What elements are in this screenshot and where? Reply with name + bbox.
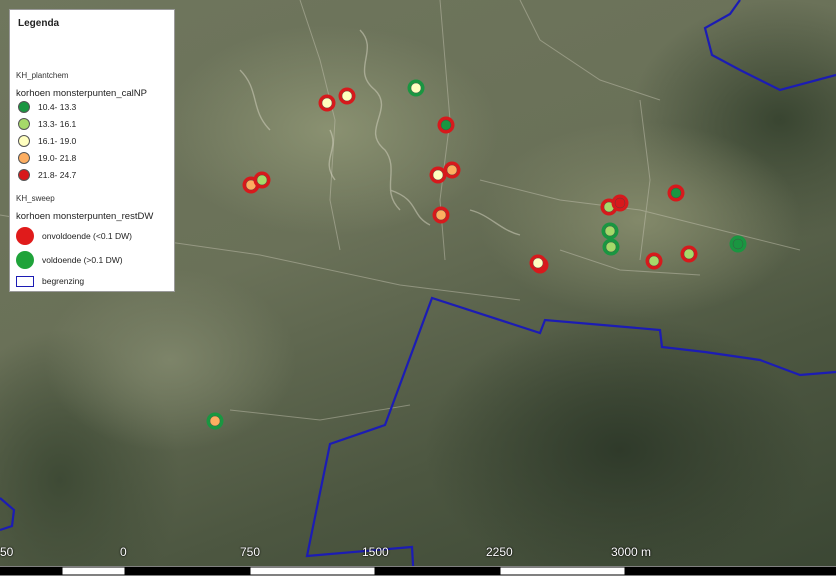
scale-bar-segment bbox=[61, 566, 126, 576]
legend-boundary: begrenzing bbox=[16, 273, 84, 289]
scale-label-4: 2250 bbox=[486, 545, 513, 559]
scale-label-5: 3000 m bbox=[611, 545, 652, 559]
legend-class-3: 16.1- 19.0 bbox=[16, 133, 76, 149]
sample-point-value bbox=[648, 255, 660, 267]
sample-point-value bbox=[732, 238, 744, 250]
legend-sweep-onvoldoende-label: onvoldoende (<0.1 DW) bbox=[42, 231, 133, 241]
sample-point-value bbox=[321, 97, 333, 109]
scale-label-3: 1500 bbox=[362, 545, 389, 559]
sample-point-value bbox=[209, 415, 221, 427]
legend-class-4-label: 19.0- 21.8 bbox=[38, 153, 77, 163]
scale-bar-segment bbox=[124, 566, 251, 576]
sample-point-value bbox=[341, 90, 353, 102]
heath-paths bbox=[239, 29, 521, 236]
scale-bar bbox=[0, 566, 836, 576]
sample-point-value bbox=[683, 248, 695, 260]
legend-class-5-label: 21.8- 24.7 bbox=[38, 170, 77, 180]
legend-layer-restdw: korhoen monsterpunten_restDW bbox=[16, 211, 154, 222]
sample-point-value bbox=[532, 257, 544, 269]
legend-layer-calnp: korhoen monsterpunten_calNP bbox=[16, 88, 147, 99]
sample-point-value bbox=[435, 209, 447, 221]
sample-point-value bbox=[432, 169, 444, 181]
class-4-swatch-icon bbox=[18, 152, 30, 164]
sample-point-value bbox=[614, 197, 626, 209]
scale-label-1: 0 bbox=[120, 545, 127, 559]
legend-class-3-label: 16.1- 19.0 bbox=[38, 136, 77, 146]
scale-bar-segment bbox=[499, 566, 626, 576]
scale-bar-segment bbox=[0, 566, 63, 576]
legend-boundary-label: begrenzing bbox=[42, 276, 85, 286]
sample-point-value bbox=[670, 187, 682, 199]
legend-group-plantchem: KH_plantchem bbox=[16, 71, 69, 80]
legend-sweep-onvoldoende: onvoldoende (<0.1 DW) bbox=[16, 226, 132, 246]
legend-class-4: 19.0- 21.8 bbox=[16, 150, 76, 166]
red-circle-icon bbox=[16, 227, 34, 245]
sample-point-value bbox=[446, 164, 458, 176]
legend-title: Legenda bbox=[18, 18, 60, 29]
class-2-swatch-icon bbox=[18, 118, 30, 130]
sample-points bbox=[206, 79, 747, 430]
class-3-swatch-icon bbox=[18, 135, 30, 147]
legend-class-5: 21.8- 24.7 bbox=[16, 167, 76, 183]
sample-point-value bbox=[605, 241, 617, 253]
legend-sweep-voldoende-label: voldoende (>0.1 DW) bbox=[42, 255, 123, 265]
scale-label-0: 50 bbox=[0, 545, 14, 559]
legend-class-2-label: 13.3- 16.1 bbox=[38, 119, 77, 129]
scale-label-2: 750 bbox=[240, 545, 261, 559]
legend-group-sweep: KH_sweep bbox=[16, 194, 55, 203]
class-1-swatch-icon bbox=[18, 101, 30, 113]
legend-panel: Legenda KH_plantchem korhoen monsterpunt… bbox=[9, 9, 175, 292]
green-circle-icon bbox=[16, 251, 34, 269]
sample-point-value bbox=[256, 174, 268, 186]
legend-class-1-label: 10.4- 13.3 bbox=[38, 102, 77, 112]
boundary-box-icon bbox=[16, 275, 34, 287]
sample-point-value bbox=[604, 225, 616, 237]
legend-class-1: 10.4- 13.3 bbox=[16, 99, 76, 115]
legend-class-2: 13.3- 16.1 bbox=[16, 116, 76, 132]
map-canvas[interactable]: Legenda KH_plantchem korhoen monsterpunt… bbox=[0, 0, 836, 582]
legend-sweep-voldoende: voldoende (>0.1 DW) bbox=[16, 250, 123, 270]
scale-bar-segment bbox=[249, 566, 376, 576]
scale-bar-segment bbox=[624, 566, 836, 576]
scale-bar-segment bbox=[374, 566, 501, 576]
sample-point-value bbox=[440, 119, 452, 131]
class-5-swatch-icon bbox=[18, 169, 30, 181]
sample-point-value bbox=[410, 82, 422, 94]
